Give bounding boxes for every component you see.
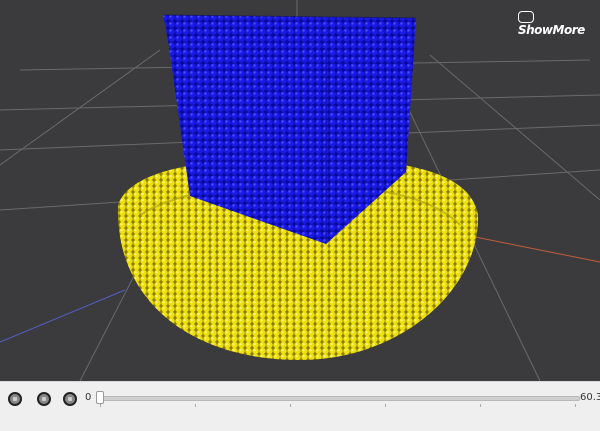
stop-icon [42,397,46,401]
play-icon [13,397,17,401]
y-axis [0,289,126,343]
record-button[interactable] [63,392,77,406]
3d-viewport[interactable]: ShowMore [0,0,600,381]
slider-max-label: 60.3 [580,392,600,403]
showmore-watermark: ShowMore [518,9,600,37]
logo-text: ShowMore [518,23,585,37]
scene [0,0,600,381]
record-icon [68,397,72,401]
time-slider[interactable] [98,396,580,401]
stop-button[interactable] [37,392,51,406]
play-button[interactable] [8,392,22,406]
playback-controls: 0 60.3 [0,381,600,431]
slider-handle[interactable] [96,391,104,404]
slider-min-label: 0 [85,392,92,403]
